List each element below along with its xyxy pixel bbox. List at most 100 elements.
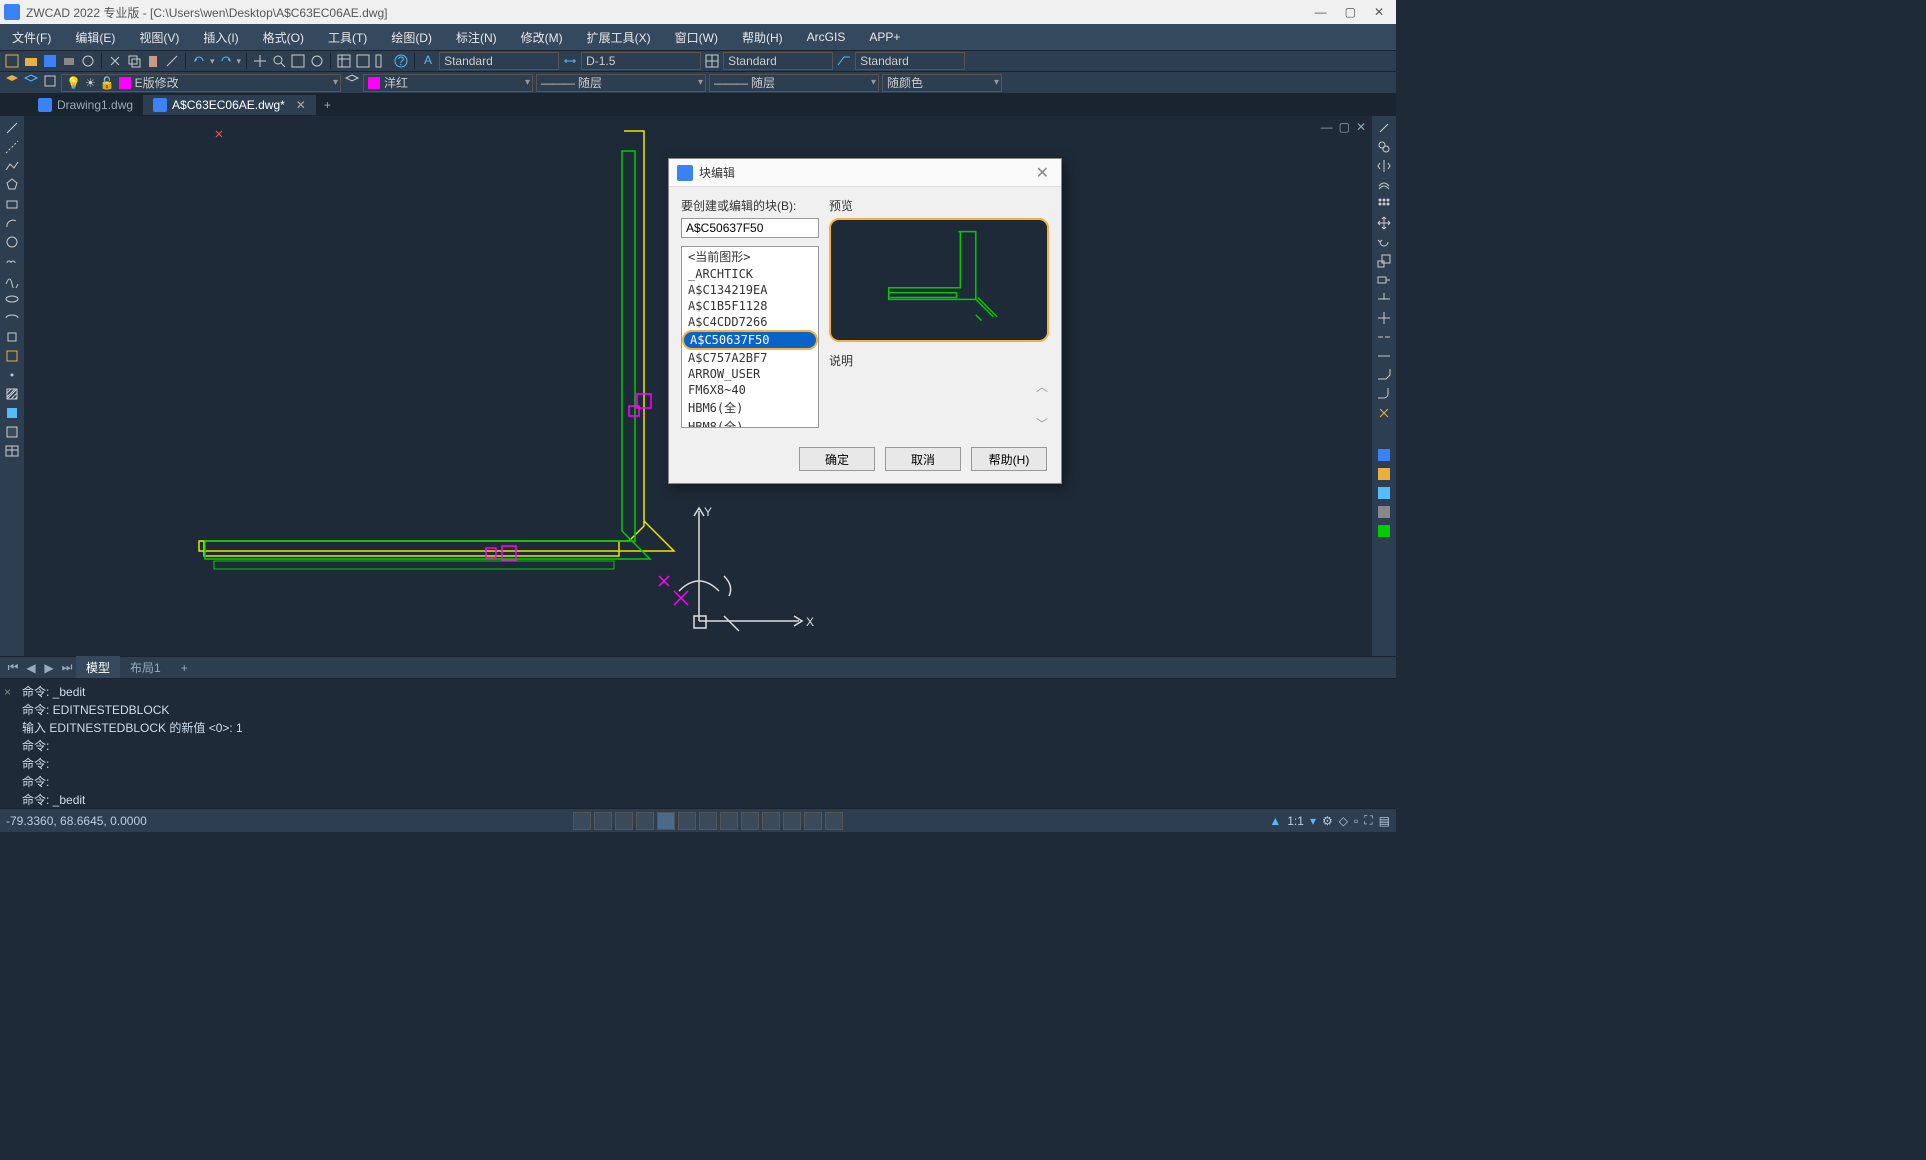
tab-model[interactable]: 模型: [76, 656, 120, 679]
ducs-toggle[interactable]: [699, 812, 717, 830]
region-icon[interactable]: [4, 424, 20, 440]
make-block-icon[interactable]: [4, 348, 20, 364]
design-center-icon[interactable]: [355, 53, 371, 69]
menu-edit[interactable]: 编辑(E): [69, 27, 121, 48]
minimize-icon[interactable]: —: [1315, 5, 1327, 19]
list-item[interactable]: A$C134219EA: [682, 282, 818, 298]
tab-first-icon[interactable]: ⏮: [4, 660, 22, 675]
linetype-combo[interactable]: ——— 随层: [536, 74, 706, 92]
dim-style-combo[interactable]: D-1.5: [581, 52, 701, 70]
table-style-combo[interactable]: Standard: [723, 52, 833, 70]
menu-draw[interactable]: 绘图(D): [385, 27, 438, 48]
fillet-icon[interactable]: [1376, 386, 1392, 402]
tab-prev-icon[interactable]: ◀: [22, 661, 40, 675]
menu-window[interactable]: 窗口(W): [669, 27, 724, 48]
customize-icon[interactable]: ▤: [1379, 814, 1390, 828]
extra-toggle-b[interactable]: [825, 812, 843, 830]
add-tab-button[interactable]: +: [316, 95, 339, 115]
cancel-button[interactable]: 取消: [885, 447, 961, 471]
list-item[interactable]: A$C4CDD7266: [682, 314, 818, 330]
chamfer-icon[interactable]: [1376, 367, 1392, 383]
polar-toggle[interactable]: [636, 812, 654, 830]
point-icon[interactable]: [4, 367, 20, 383]
anno-vis-icon[interactable]: ▾: [1310, 814, 1316, 828]
lwt-toggle[interactable]: [741, 812, 759, 830]
join-icon[interactable]: [1376, 348, 1392, 364]
revcloud-icon[interactable]: [4, 253, 20, 269]
cut-icon[interactable]: [107, 53, 123, 69]
match-prop-icon[interactable]: [164, 53, 180, 69]
undo-dropdown-icon[interactable]: ▾: [210, 56, 215, 67]
help-icon[interactable]: ?: [393, 53, 409, 69]
layer-manager-icon[interactable]: [4, 73, 20, 92]
print-icon[interactable]: [61, 53, 77, 69]
stretch-icon[interactable]: [1376, 272, 1392, 288]
palette-a-icon[interactable]: [1376, 447, 1392, 463]
palette-b-icon[interactable]: [1376, 466, 1392, 482]
erase-icon[interactable]: [1376, 120, 1392, 136]
redo-dropdown-icon[interactable]: ▾: [237, 56, 242, 67]
open-icon[interactable]: [23, 53, 39, 69]
layer-states-icon[interactable]: [42, 73, 58, 92]
extra-toggle-a[interactable]: [804, 812, 822, 830]
menu-help[interactable]: 帮助(H): [736, 27, 789, 48]
table-style-icon[interactable]: [704, 53, 720, 69]
osnap-toggle[interactable]: [657, 812, 675, 830]
list-item[interactable]: A$C757A2BF7: [682, 350, 818, 366]
zoom-prev-icon[interactable]: [309, 53, 325, 69]
command-window[interactable]: × 命令: _bedit 命令: EDITNESTEDBLOCK 输入 EDIT…: [0, 678, 1396, 808]
grid-display-toggle[interactable]: [594, 812, 612, 830]
close-panel-icon[interactable]: ×: [4, 683, 11, 701]
isolate-icon[interactable]: ◇: [1339, 814, 1348, 828]
redo-icon[interactable]: [218, 53, 234, 69]
list-item[interactable]: ARROW_USER: [682, 366, 818, 382]
otrack-toggle[interactable]: [678, 812, 696, 830]
menu-format[interactable]: 格式(O): [257, 27, 310, 48]
multileader-style-combo[interactable]: Standard: [855, 52, 965, 70]
cycle-toggle[interactable]: [762, 812, 780, 830]
save-icon[interactable]: [42, 53, 58, 69]
copy-icon[interactable]: [126, 53, 142, 69]
menu-arcgis[interactable]: ArcGIS: [801, 28, 852, 46]
polyline-icon[interactable]: [4, 158, 20, 174]
line-icon[interactable]: [4, 120, 20, 136]
mirror-icon[interactable]: [1376, 158, 1392, 174]
ws-switch-icon[interactable]: ⚙: [1322, 814, 1333, 828]
layer-prev-icon[interactable]: [23, 73, 39, 92]
list-item-selected[interactable]: A$C50637F50: [682, 330, 818, 350]
copy-obj-icon[interactable]: [1376, 139, 1392, 155]
list-item[interactable]: HBM6(全): [682, 398, 818, 417]
menu-view[interactable]: 视图(V): [133, 27, 185, 48]
properties-icon[interactable]: [336, 53, 352, 69]
model-toggle[interactable]: [783, 812, 801, 830]
list-item[interactable]: HBM8(全): [682, 417, 818, 428]
zoom-icon[interactable]: [271, 53, 287, 69]
snap-grid-toggle[interactable]: [573, 812, 591, 830]
palette-e-icon[interactable]: [1376, 523, 1392, 539]
menu-dimension[interactable]: 标注(N): [450, 27, 503, 48]
block-name-input[interactable]: [681, 218, 819, 238]
menu-modify[interactable]: 修改(M): [515, 27, 569, 48]
palette-c-icon[interactable]: [1376, 485, 1392, 501]
tab-layout1[interactable]: 布局1: [120, 656, 171, 679]
zoom-window-icon[interactable]: [290, 53, 306, 69]
polygon-icon[interactable]: [4, 177, 20, 193]
insert-block-icon[interactable]: [4, 329, 20, 345]
extend-icon[interactable]: [1376, 310, 1392, 326]
list-item[interactable]: _ARCHTICK: [682, 266, 818, 282]
palette-d-icon[interactable]: [1376, 504, 1392, 520]
ortho-toggle[interactable]: [615, 812, 633, 830]
tab-add-layout[interactable]: +: [171, 658, 198, 678]
paste-icon[interactable]: [145, 53, 161, 69]
description-box[interactable]: ︿ ﹀: [829, 373, 1049, 429]
lineweight-combo[interactable]: ——— 随层: [709, 74, 879, 92]
close-icon[interactable]: ✕: [1374, 5, 1384, 19]
tab-last-icon[interactable]: ⏭: [58, 660, 76, 675]
menu-app-plus[interactable]: APP+: [863, 28, 906, 46]
dialog-close-icon[interactable]: ✕: [1032, 163, 1053, 183]
tool-palette-icon[interactable]: [374, 53, 390, 69]
scroll-down-icon[interactable]: ﹀: [1036, 415, 1048, 432]
explode-icon[interactable]: [1376, 405, 1392, 421]
gradient-icon[interactable]: [4, 405, 20, 421]
text-style-combo[interactable]: Standard: [439, 52, 559, 70]
